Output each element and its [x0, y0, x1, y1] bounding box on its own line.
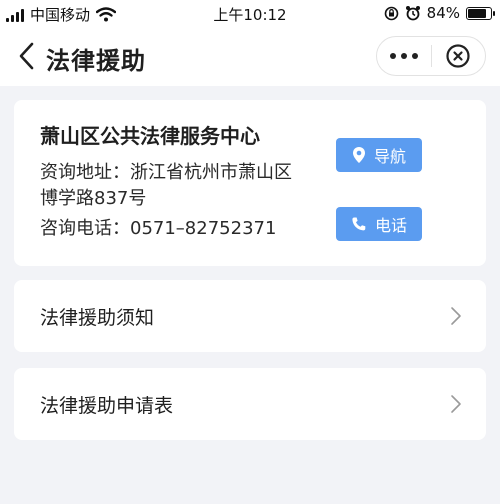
- page-title: 法律援助: [46, 47, 146, 75]
- menu-item-label: 法律援助申请表: [40, 394, 174, 417]
- back-icon[interactable]: [14, 40, 42, 72]
- service-center-card: 萧山区公共法律服务中心 资询地址：浙江省杭州市萧山区 博学路837号 咨询电话：…: [14, 100, 486, 266]
- location-pin-icon: [352, 147, 365, 163]
- call-button-label: 电话: [374, 216, 407, 235]
- chevron-right-icon: [451, 307, 461, 325]
- menu-item-legal-aid-application[interactable]: 法律援助申请表: [14, 368, 486, 440]
- nav-bar: 法律援助: [0, 28, 500, 86]
- chevron-right-icon: [451, 395, 461, 413]
- menu-item-label: 法律援助须知: [40, 306, 155, 329]
- address-line-2: 博学路837号: [40, 188, 147, 209]
- alarm-icon: [405, 6, 420, 21]
- navigate-button-label: 导航: [373, 147, 406, 166]
- close-icon[interactable]: [431, 37, 485, 75]
- phone-line: 咨询电话：0571–82752371: [40, 218, 277, 239]
- phone-icon: [352, 217, 366, 231]
- status-bar: 中国移动 上午10:12 84%: [0, 0, 500, 28]
- more-icon[interactable]: [377, 37, 431, 75]
- battery-percent: 84%: [426, 4, 460, 22]
- mini-program-capsule: [376, 36, 486, 76]
- battery-level: [468, 8, 487, 18]
- menu-item-legal-aid-notice[interactable]: 法律援助须知: [14, 280, 486, 352]
- status-right: 84%: [384, 4, 495, 22]
- call-button[interactable]: 电话: [336, 207, 422, 241]
- address-line-1: 资询地址：浙江省杭州市萧山区: [40, 162, 292, 183]
- rotation-lock-icon: [384, 6, 398, 20]
- battery-icon: [466, 6, 495, 20]
- center-name: 萧山区公共法律服务中心: [40, 124, 260, 148]
- navigate-button[interactable]: 导航: [336, 138, 422, 172]
